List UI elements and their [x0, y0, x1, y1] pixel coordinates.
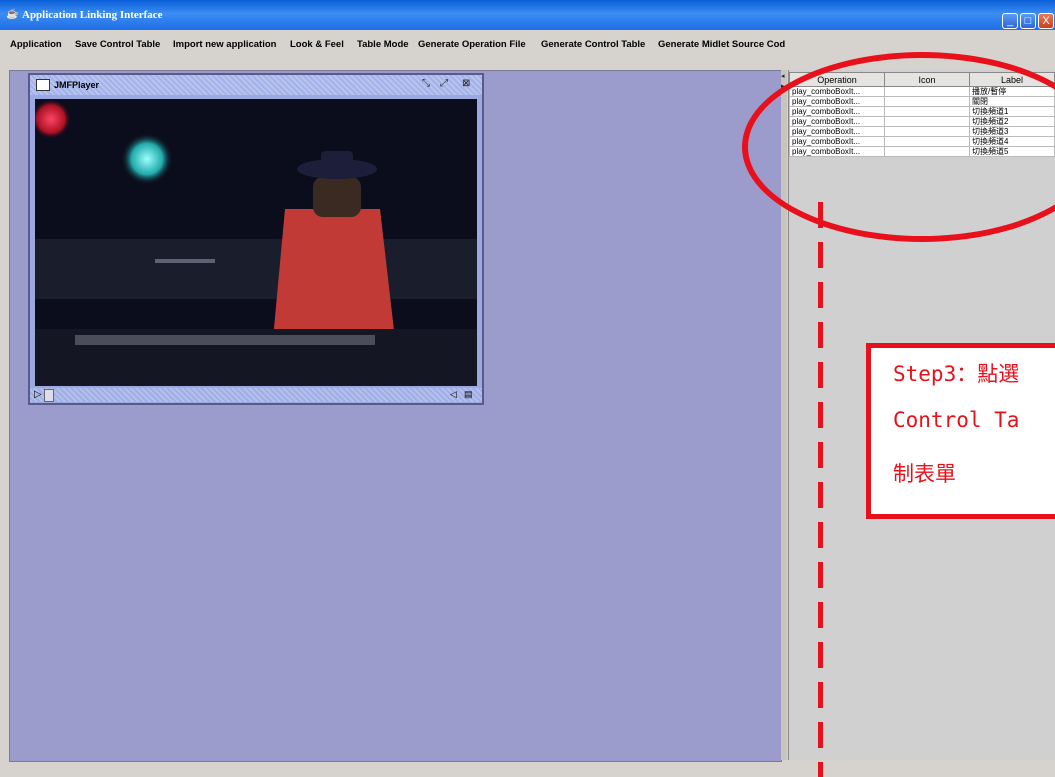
menu-generate-midlet-source[interactable]: Generate Midlet Source Cod — [658, 39, 785, 50]
video-frame-image — [35, 99, 477, 386]
jmfplayer-title: JMFPlayer — [54, 80, 100, 90]
volume-icon[interactable]: ◁ — [450, 389, 457, 400]
window-title: Application Linking Interface — [22, 9, 163, 21]
play-icon[interactable]: ▷ — [34, 389, 42, 400]
menu-application[interactable]: Application — [10, 39, 62, 50]
maximize-button[interactable]: □ — [1020, 13, 1036, 29]
close-button[interactable]: X — [1038, 13, 1054, 29]
dashed-connector-line — [818, 202, 823, 777]
close-icon[interactable]: ⊠ — [462, 78, 470, 89]
jmfplayer-title-bar[interactable]: JMFPlayer ⤡ ⤢ ⊠ — [30, 75, 482, 95]
menu-bar: Application Save Control Table Import ne… — [0, 36, 1055, 54]
player-options-icon[interactable]: ▤ — [464, 389, 473, 400]
annotation-note: Step3：點選 Control Ta 制表單 — [866, 343, 1055, 519]
minimize-button[interactable]: _ — [1002, 13, 1018, 29]
frame-icon — [36, 79, 50, 91]
restore-icon[interactable]: ⤡ — [422, 78, 430, 89]
menu-table-mode[interactable]: Table Mode — [357, 39, 409, 50]
menu-look-and-feel[interactable]: Look & Feel — [290, 39, 344, 50]
window-title-bar[interactable]: ☕ Application Linking Interface _ □ X — [0, 0, 1055, 30]
menu-import-new-application[interactable]: Import new application — [173, 39, 276, 50]
menu-save-control-table[interactable]: Save Control Table — [75, 39, 160, 50]
collapse-left-icon[interactable]: ◂ — [781, 72, 785, 80]
video-area — [35, 99, 477, 386]
annotation-line-1: Step3：點選 — [893, 362, 1020, 386]
player-controls: ▷ ◁ ▤ — [30, 388, 482, 402]
menu-generate-control-table[interactable]: Generate Control Table — [541, 39, 645, 50]
seek-slider[interactable] — [44, 389, 54, 402]
java-app-icon: ☕ — [6, 9, 19, 20]
menu-generate-operation-file[interactable]: Generate Operation File — [418, 39, 526, 50]
maximize-icon[interactable]: ⤢ — [440, 78, 448, 89]
jmfplayer-frame[interactable]: JMFPlayer ⤡ ⤢ ⊠ ▷ ◁ ▤ — [28, 73, 484, 405]
annotation-line-2: Control Ta — [893, 408, 1020, 432]
annotation-line-3: 制表單 — [893, 462, 956, 486]
